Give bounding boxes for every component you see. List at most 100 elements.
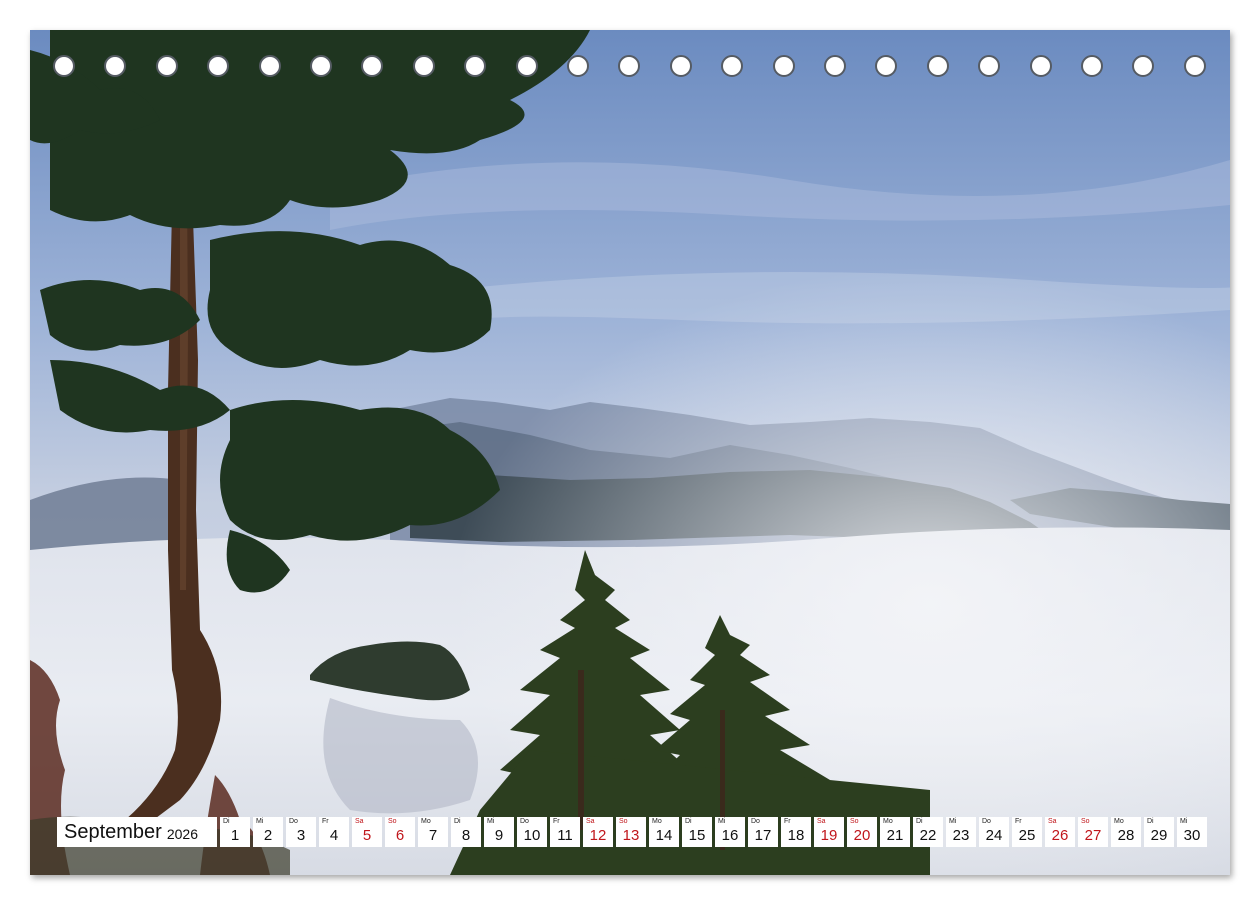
day-cell: Fr 11: [550, 817, 580, 847]
weekday-abbrev: Fr: [322, 818, 329, 825]
day-cell: Mo 28: [1111, 817, 1141, 847]
binding-hole: [1029, 55, 1052, 77]
weekday-abbrev: So: [850, 818, 859, 825]
binding-hole: [926, 55, 949, 77]
month-label: September 2026: [57, 817, 217, 847]
day-cell: So 13: [616, 817, 646, 847]
day-number: 8: [461, 827, 471, 844]
weekday-abbrev: Di: [223, 818, 230, 825]
binding-holes: [30, 55, 1230, 81]
day-cell: Do 24: [979, 817, 1009, 847]
weekday-abbrev: Sa: [586, 818, 595, 825]
binding-hole: [1132, 55, 1155, 77]
weekday-abbrev: Mo: [421, 818, 431, 825]
day-cell: Fr 25: [1012, 817, 1042, 847]
binding-hole: [412, 55, 435, 77]
weekday-abbrev: Mi: [718, 818, 726, 825]
day-number: 29: [1150, 827, 1168, 844]
day-number: 10: [523, 827, 541, 844]
day-number: 2: [263, 827, 273, 844]
weekday-abbrev: Mo: [883, 818, 893, 825]
binding-hole: [207, 55, 230, 77]
weekday-abbrev: Di: [1147, 818, 1154, 825]
day-number: 14: [655, 827, 673, 844]
day-number: 5: [362, 827, 372, 844]
day-cell: Mo 21: [880, 817, 910, 847]
weekday-abbrev: Di: [685, 818, 692, 825]
binding-hole: [310, 55, 332, 77]
day-cell: Fr 4: [319, 817, 349, 847]
day-cell: Di 15: [682, 817, 712, 847]
day-number: 13: [622, 827, 640, 844]
weekday-abbrev: Do: [982, 818, 991, 825]
month-year: 2026: [166, 825, 198, 842]
weekday-abbrev: Fr: [784, 818, 791, 825]
day-cell: Do 10: [517, 817, 547, 847]
weekday-abbrev: So: [1081, 818, 1090, 825]
day-number: 7: [428, 827, 438, 844]
day-number: 16: [721, 827, 739, 844]
binding-hole: [155, 55, 178, 77]
day-number: 4: [329, 827, 339, 844]
day-number: 23: [952, 827, 970, 844]
day-cell: Sa 19: [814, 817, 844, 847]
weekday-abbrev: So: [619, 818, 628, 825]
weekday-abbrev: Do: [289, 818, 298, 825]
day-cell: Mo 14: [649, 817, 679, 847]
day-cell: So 6: [385, 817, 415, 847]
binding-hole: [361, 55, 384, 77]
binding-hole: [104, 55, 127, 77]
day-number: 19: [820, 827, 838, 844]
binding-hole: [1183, 55, 1206, 77]
binding-hole: [772, 55, 795, 77]
day-cell: Mi 2: [253, 817, 283, 847]
binding-hole: [669, 55, 692, 77]
day-cell: Do 3: [286, 817, 316, 847]
day-cell: Mi 16: [715, 817, 745, 847]
weekday-abbrev: Sa: [1048, 818, 1057, 825]
day-number: 20: [853, 827, 871, 844]
day-number: 15: [688, 827, 706, 844]
weekday-abbrev: Mo: [652, 818, 662, 825]
day-cell: Mi 9: [484, 817, 514, 847]
weekday-abbrev: So: [388, 818, 397, 825]
day-number: 12: [589, 827, 607, 844]
weekday-abbrev: Mi: [487, 818, 495, 825]
binding-hole: [721, 55, 744, 77]
day-number: 28: [1117, 827, 1135, 844]
day-number: 18: [787, 827, 805, 844]
day-number: 9: [494, 827, 504, 844]
month-name: September: [64, 820, 162, 843]
binding-hole: [618, 55, 641, 77]
weekday-abbrev: Do: [751, 818, 760, 825]
binding-hole: [515, 55, 538, 77]
day-number: 11: [557, 827, 573, 844]
calendar-page: September 2026 Di 1 Mi 2 Do 3 Fr 4 Sa 5 So 6 Mo 7 Di 8 M…: [30, 30, 1230, 875]
day-cell: So 20: [847, 817, 877, 847]
day-cell: Sa 12: [583, 817, 613, 847]
binding-hole: [1081, 55, 1103, 77]
day-number: 26: [1051, 827, 1069, 844]
weekday-abbrev: Mi: [949, 818, 957, 825]
day-cell: Mi 30: [1177, 817, 1207, 847]
day-cells: Di 1 Mi 2 Do 3 Fr 4 Sa 5 So 6 Mo 7 Di 8 Mi 9 Do 10 Fr 11 Sa 12 S…: [220, 817, 1207, 847]
day-number: 3: [296, 827, 306, 844]
weekday-abbrev: Sa: [355, 818, 364, 825]
day-number: 21: [886, 827, 904, 844]
binding-hole: [978, 55, 1001, 77]
day-number: 25: [1018, 827, 1036, 844]
day-cell: Di 22: [913, 817, 943, 847]
day-cell: Sa 26: [1045, 817, 1075, 847]
day-number: 24: [985, 827, 1003, 844]
weekday-abbrev: Mo: [1114, 818, 1124, 825]
weekday-abbrev: Di: [454, 818, 461, 825]
day-cell: So 27: [1078, 817, 1108, 847]
weekday-abbrev: Fr: [553, 818, 560, 825]
day-cell: Sa 5: [352, 817, 382, 847]
binding-hole: [567, 55, 589, 77]
binding-hole: [464, 55, 487, 77]
day-cell: Mo 7: [418, 817, 448, 847]
calendar-strip: September 2026 Di 1 Mi 2 Do 3 Fr 4 Sa 5 So 6 Mo 7 Di 8 M…: [57, 817, 1207, 847]
binding-hole: [53, 55, 75, 77]
day-cell: Fr 18: [781, 817, 811, 847]
